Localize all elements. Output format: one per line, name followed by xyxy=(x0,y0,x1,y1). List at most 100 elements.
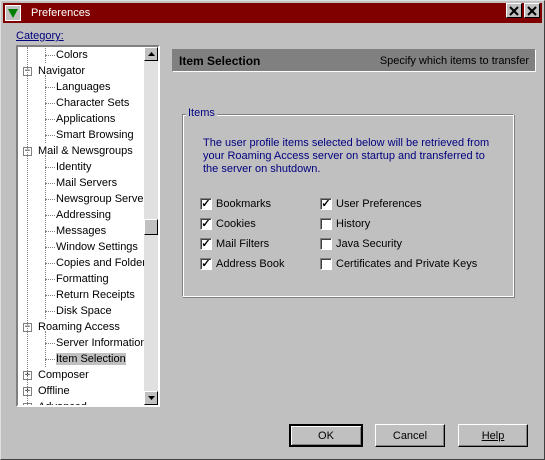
tree-item-label: Composer xyxy=(38,369,89,381)
help-label: Help xyxy=(481,429,505,442)
tree-item[interactable]: Item Selection xyxy=(56,351,126,367)
checkbox-right[interactable]: ✓ Java Security xyxy=(320,237,402,251)
tree-item[interactable]: Advanced xyxy=(38,399,87,405)
scroll-up-button[interactable] xyxy=(144,47,158,61)
tree-item[interactable]: Addressing xyxy=(56,207,111,223)
tree-item[interactable]: Messages xyxy=(56,223,106,239)
tree-item[interactable]: Identity xyxy=(56,159,91,175)
tree-content: Colors Navigator − Languages Character Sets A… xyxy=(18,47,146,405)
tree-connector xyxy=(45,331,46,367)
tree-item-label: Window Settings xyxy=(56,241,138,253)
scroll-down-button[interactable] xyxy=(144,391,158,405)
checkbox-empty-icon[interactable]: ✓ xyxy=(320,258,332,270)
tree-item-label: Item Selection xyxy=(56,353,126,365)
tree-item-label: Addressing xyxy=(56,209,112,221)
tree-connector xyxy=(45,75,46,143)
checkbox-label: Bookmarks xyxy=(216,198,272,210)
tree-item-label: Colors xyxy=(56,49,88,61)
tree-item-label: Messages xyxy=(56,225,107,237)
tree-item[interactable]: Offline xyxy=(38,383,70,399)
tree-connector xyxy=(45,167,55,168)
tree-item[interactable]: Character Sets xyxy=(56,95,129,111)
tree-connector xyxy=(45,47,46,63)
help-button[interactable]: Help xyxy=(458,424,528,447)
tree-item[interactable]: Disk Space xyxy=(56,303,112,319)
tree-connector xyxy=(45,199,55,200)
close-button[interactable] xyxy=(524,3,540,18)
tree-connector xyxy=(45,135,55,136)
checkbox-left[interactable]: ✓ Cookies xyxy=(200,217,256,231)
tree-item[interactable]: Window Settings xyxy=(56,239,138,255)
tree-item[interactable]: Roaming Access xyxy=(38,319,120,335)
tree-item[interactable]: Formatting xyxy=(56,271,109,287)
tree-connector xyxy=(45,343,55,344)
tree-scrollbar[interactable] xyxy=(144,47,158,405)
checkbox-label: Mail Filters xyxy=(216,238,270,250)
checkbox-label: History xyxy=(336,218,371,230)
tree-item-label: Formatting xyxy=(56,273,109,285)
checkbox-label: Cookies xyxy=(216,218,256,230)
tree-item[interactable]: Mail & Newsgroups xyxy=(38,143,133,159)
tree-item[interactable]: Return Receipts xyxy=(56,287,135,303)
tree-connector xyxy=(45,119,55,120)
tree-item-label: Roaming Access xyxy=(38,321,120,333)
tree-item-label: Identity xyxy=(56,161,92,173)
items-legend: Items xyxy=(186,107,217,119)
checkbox-right[interactable]: ✓ User Preferences xyxy=(320,197,422,211)
checkbox-right[interactable]: ✓ History xyxy=(320,217,370,231)
panel-header: Item Selection Specify which items to tr… xyxy=(172,49,536,72)
tree-connector xyxy=(45,87,55,88)
panel-title: Item Selection xyxy=(179,53,261,68)
tree-connector xyxy=(45,155,46,319)
checkbox-right[interactable]: ✓ Certificates and Private Keys xyxy=(320,257,477,271)
tree-item[interactable]: Languages xyxy=(56,79,110,95)
tree-item[interactable]: Composer xyxy=(38,367,89,383)
tree-item[interactable]: Server Information xyxy=(56,335,146,351)
checkbox-left[interactable]: ✓ Address Book xyxy=(200,257,284,271)
tree-item[interactable]: Colors xyxy=(56,47,88,63)
category-tree[interactable]: Colors Navigator − Languages Character Sets A… xyxy=(16,45,160,407)
checkmark-icon[interactable]: ✓ xyxy=(320,198,332,210)
tree-connector xyxy=(45,279,55,280)
tree-item-label: Offline xyxy=(38,385,70,397)
tree-item[interactable]: Mail Servers xyxy=(56,175,117,191)
cancel-button[interactable]: Cancel xyxy=(375,424,445,447)
checkbox-left[interactable]: ✓ Mail Filters xyxy=(200,237,269,251)
tree-item-label: Return Receipts xyxy=(56,289,135,301)
tree-item[interactable]: Smart Browsing xyxy=(56,127,134,143)
tree-item-label: Newsgroup Servers xyxy=(56,193,146,205)
ok-label: OK xyxy=(318,429,334,442)
tree-item-label: Mail & Newsgroups xyxy=(38,145,133,157)
tree-connector xyxy=(45,311,55,312)
category-label: Category: xyxy=(16,30,64,42)
checkmark-icon[interactable]: ✓ xyxy=(200,218,212,230)
panel-subtitle: Specify which items to transfer xyxy=(379,54,529,67)
help-title-button[interactable] xyxy=(506,3,522,18)
tree-item[interactable]: Newsgroup Servers xyxy=(56,191,146,207)
tree-item[interactable]: Applications xyxy=(56,111,115,127)
tree-connector xyxy=(45,359,55,360)
checkbox-empty-icon[interactable]: ✓ xyxy=(320,218,332,230)
checkbox-left[interactable]: ✓ Bookmarks xyxy=(200,197,271,211)
tree-item-label: Advanced xyxy=(38,401,87,405)
tree-item-label: Smart Browsing xyxy=(56,129,134,141)
tree-connector xyxy=(45,263,55,264)
checkbox-label: User Preferences xyxy=(336,198,422,210)
title-bar[interactable]: Preferences xyxy=(3,3,542,23)
tree-item-label: Server Information xyxy=(56,337,146,349)
tree-connector xyxy=(45,103,55,104)
cancel-label: Cancel xyxy=(392,429,428,442)
tree-connector xyxy=(45,215,55,216)
checkmark-icon[interactable]: ✓ xyxy=(200,238,212,250)
preferences-window: Preferences Category: Colors Navigator − La… xyxy=(0,0,545,460)
tree-connector xyxy=(45,295,55,296)
ok-button[interactable]: OK xyxy=(289,424,363,447)
checkbox-label: Certificates and Private Keys xyxy=(336,258,478,270)
checkmark-icon[interactable]: ✓ xyxy=(200,258,212,270)
checkbox-empty-icon[interactable]: ✓ xyxy=(320,238,332,250)
scroll-thumb[interactable] xyxy=(144,219,158,235)
tree-item[interactable]: Copies and Folders xyxy=(56,255,146,271)
tree-item-label: Languages xyxy=(56,81,111,93)
window-title: Preferences xyxy=(31,7,91,19)
checkmark-icon[interactable]: ✓ xyxy=(200,198,212,210)
